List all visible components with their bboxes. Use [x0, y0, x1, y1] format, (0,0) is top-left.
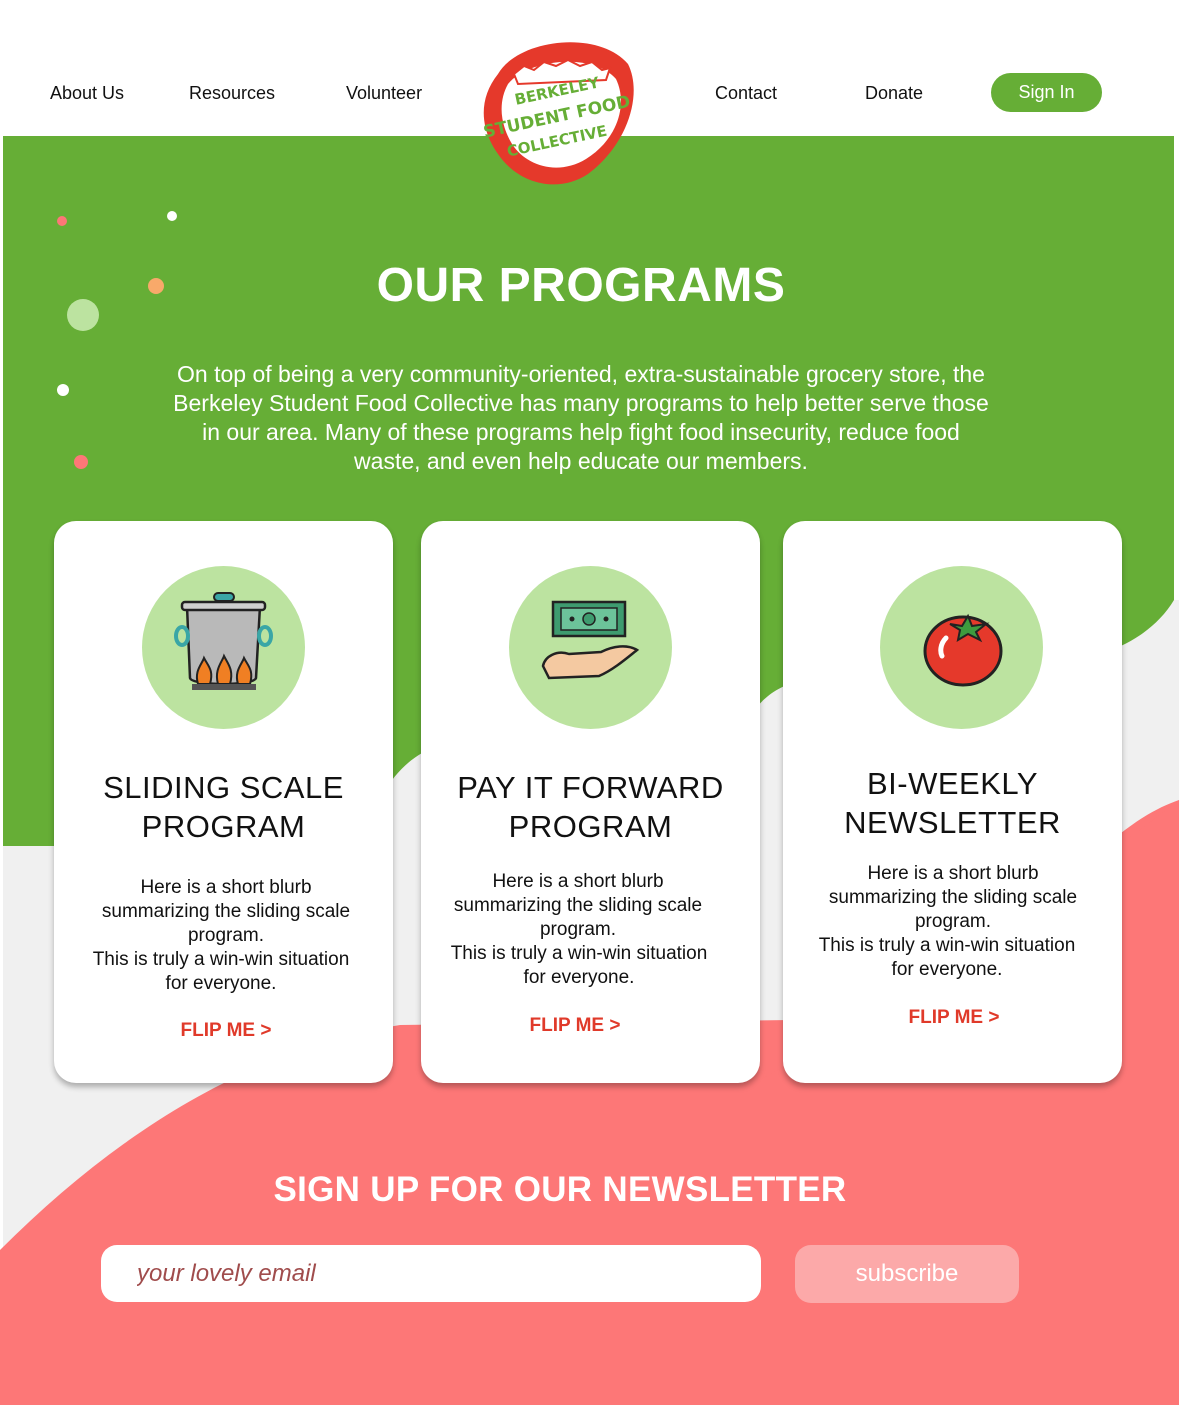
intro-text: On top of being a very community-oriente… — [173, 361, 989, 474]
sign-in-button[interactable]: Sign In — [991, 73, 1102, 112]
newsletter-title: SIGN UP FOR OUR NEWSLETTER — [273, 1170, 847, 1209]
card-blurb-b: This is truly a win-win situation for ev… — [92, 949, 350, 994]
card-title-line2: PROGRAM — [508, 809, 673, 844]
nav-donate[interactable]: Donate — [865, 83, 923, 104]
decor-dot — [74, 455, 88, 469]
card-title-line2: NEWSLETTER — [844, 805, 1061, 840]
card-blurb-a: Here is a short blurb summarizing the sl… — [101, 877, 351, 946]
nav-contact[interactable]: Contact — [715, 83, 777, 104]
card-title-line1: PAY IT FORWARD — [457, 770, 724, 805]
program-card-newsletter[interactable]: BI-WEEKLY NEWSLETTER Here is a short blu… — [783, 521, 1122, 1083]
nav-resources[interactable]: Resources — [189, 83, 275, 104]
card-title-line2: PROGRAM — [141, 809, 306, 844]
email-input[interactable] — [101, 1245, 761, 1302]
card-blurb-a: Here is a short blurb summarizing the sl… — [453, 871, 703, 940]
page-title: OUR PROGRAMS — [376, 259, 786, 312]
decor-dot — [167, 211, 177, 221]
nav-volunteer[interactable]: Volunteer — [346, 83, 422, 104]
decor-dot — [57, 384, 69, 396]
bsfc-logo[interactable]: BERKELEY STUDENT FOOD COLLECTIVE — [478, 34, 638, 186]
card-blurb-a: Here is a short blurb summarizing the sl… — [828, 863, 1078, 932]
flip-me-link[interactable]: FLIP ME > — [475, 1015, 675, 1037]
decor-dot — [57, 216, 67, 226]
nav-about-us[interactable]: About Us — [50, 83, 124, 104]
program-card-sliding-scale[interactable]: SLIDING SCALE PROGRAM Here is a short bl… — [54, 521, 393, 1083]
card-title-line1: BI-WEEKLY — [866, 766, 1039, 801]
tomato-icon — [880, 566, 1043, 729]
card-title-line1: SLIDING SCALE — [103, 770, 344, 805]
flip-me-link[interactable]: FLIP ME > — [854, 1007, 1054, 1029]
card-blurb-b: This is truly a win-win situation for ev… — [450, 943, 708, 988]
cooking-pot-icon — [142, 566, 305, 729]
subscribe-button[interactable]: subscribe — [795, 1245, 1019, 1303]
program-card-pay-it-forward[interactable]: PAY IT FORWARD PROGRAM Here is a short b… — [421, 521, 760, 1083]
flip-me-link[interactable]: FLIP ME > — [126, 1020, 326, 1042]
hand-money-icon — [509, 566, 672, 729]
card-blurb-b: This is truly a win-win situation for ev… — [818, 935, 1076, 980]
